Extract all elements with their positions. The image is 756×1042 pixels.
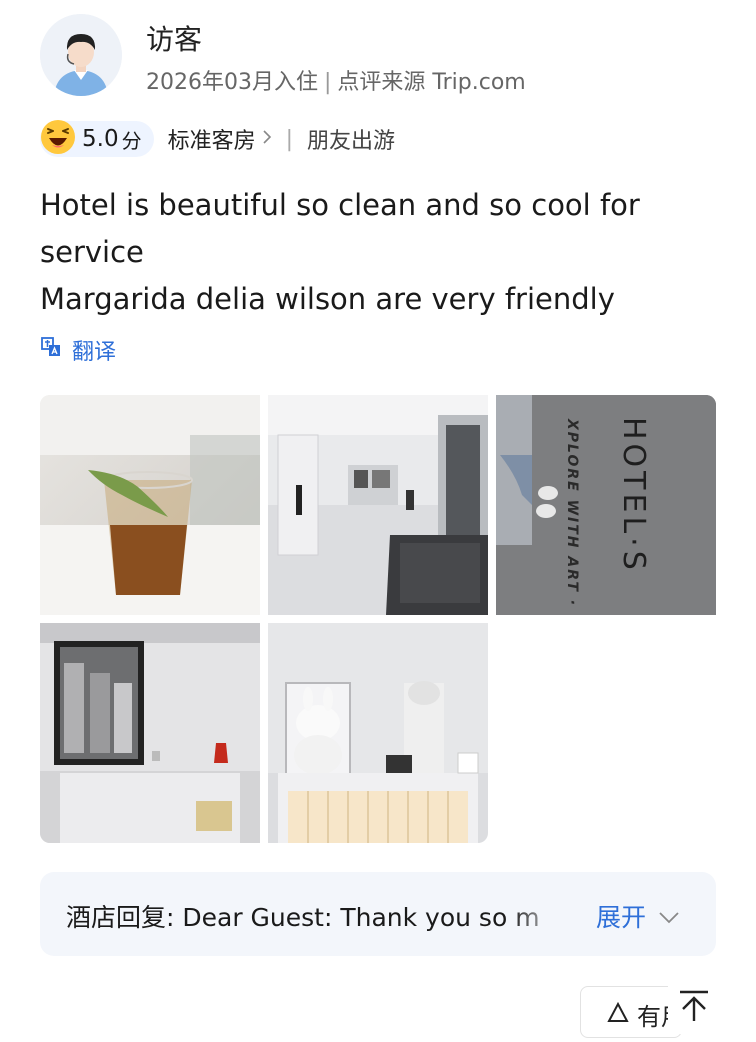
review-photo-2[interactable]: [268, 395, 488, 615]
translate-label: 翻译: [72, 340, 117, 365]
chevron-right-icon: [262, 129, 272, 150]
back-to-top-button[interactable]: [668, 982, 720, 1034]
review-line-2: Margarida delia wilson are very friendly: [40, 282, 615, 316]
review-photo-5[interactable]: [268, 623, 488, 843]
review-photo-4[interactable]: [40, 623, 260, 843]
hotel-reply: 酒店回复: Dear Guest: Thank you so m 展开: [40, 872, 716, 956]
review-source: 点评来源 Trip.com: [337, 70, 526, 95]
meta-divider: |: [323, 70, 332, 95]
thumbs-up-icon: [607, 1001, 629, 1027]
chevron-down-icon: [646, 902, 680, 931]
reply-fade: [510, 892, 566, 936]
stay-date: 2026年03月入住: [146, 70, 318, 95]
rating-row: 5.0 分 标准客房 | 朋友出游: [40, 120, 395, 158]
review-line-1: Hotel is beautiful so clean and so cool …: [40, 188, 640, 269]
rating-divider: |: [285, 126, 294, 152]
score-unit: 分: [121, 128, 142, 153]
mat-subtext: XPLORE WITH ART ·: [564, 418, 580, 607]
room-type-link[interactable]: 标准客房: [168, 123, 256, 155]
expand-reply-button[interactable]: 展开: [596, 898, 680, 934]
review-text: Hotel is beautiful so clean and so cool …: [40, 182, 720, 323]
username: 访客: [146, 23, 203, 56]
laughing-emoji-icon: [40, 119, 76, 159]
expand-label: 展开: [596, 903, 647, 932]
hotel-reply-text: 酒店回复: Dear Guest: Thank you so m: [66, 903, 540, 932]
review-photo-3[interactable]: HOTEL·S XPLORE WITH ART ·: [496, 395, 716, 615]
avatar[interactable]: [40, 14, 122, 96]
score-badge: 5.0 分: [40, 119, 154, 159]
review-photo-1[interactable]: [40, 395, 260, 615]
mat-text: HOTEL·S: [616, 417, 651, 574]
translate-button[interactable]: 翻译: [40, 334, 116, 366]
review-meta: 2026年03月入住 | 点评来源 Trip.com: [146, 64, 526, 96]
score-value: 5.0: [82, 126, 119, 152]
translate-icon: [40, 336, 72, 364]
helpful-button[interactable]: 有用: [580, 986, 682, 1038]
back-to-top-icon: [678, 989, 710, 1027]
trip-type: 朋友出游: [307, 129, 396, 154]
